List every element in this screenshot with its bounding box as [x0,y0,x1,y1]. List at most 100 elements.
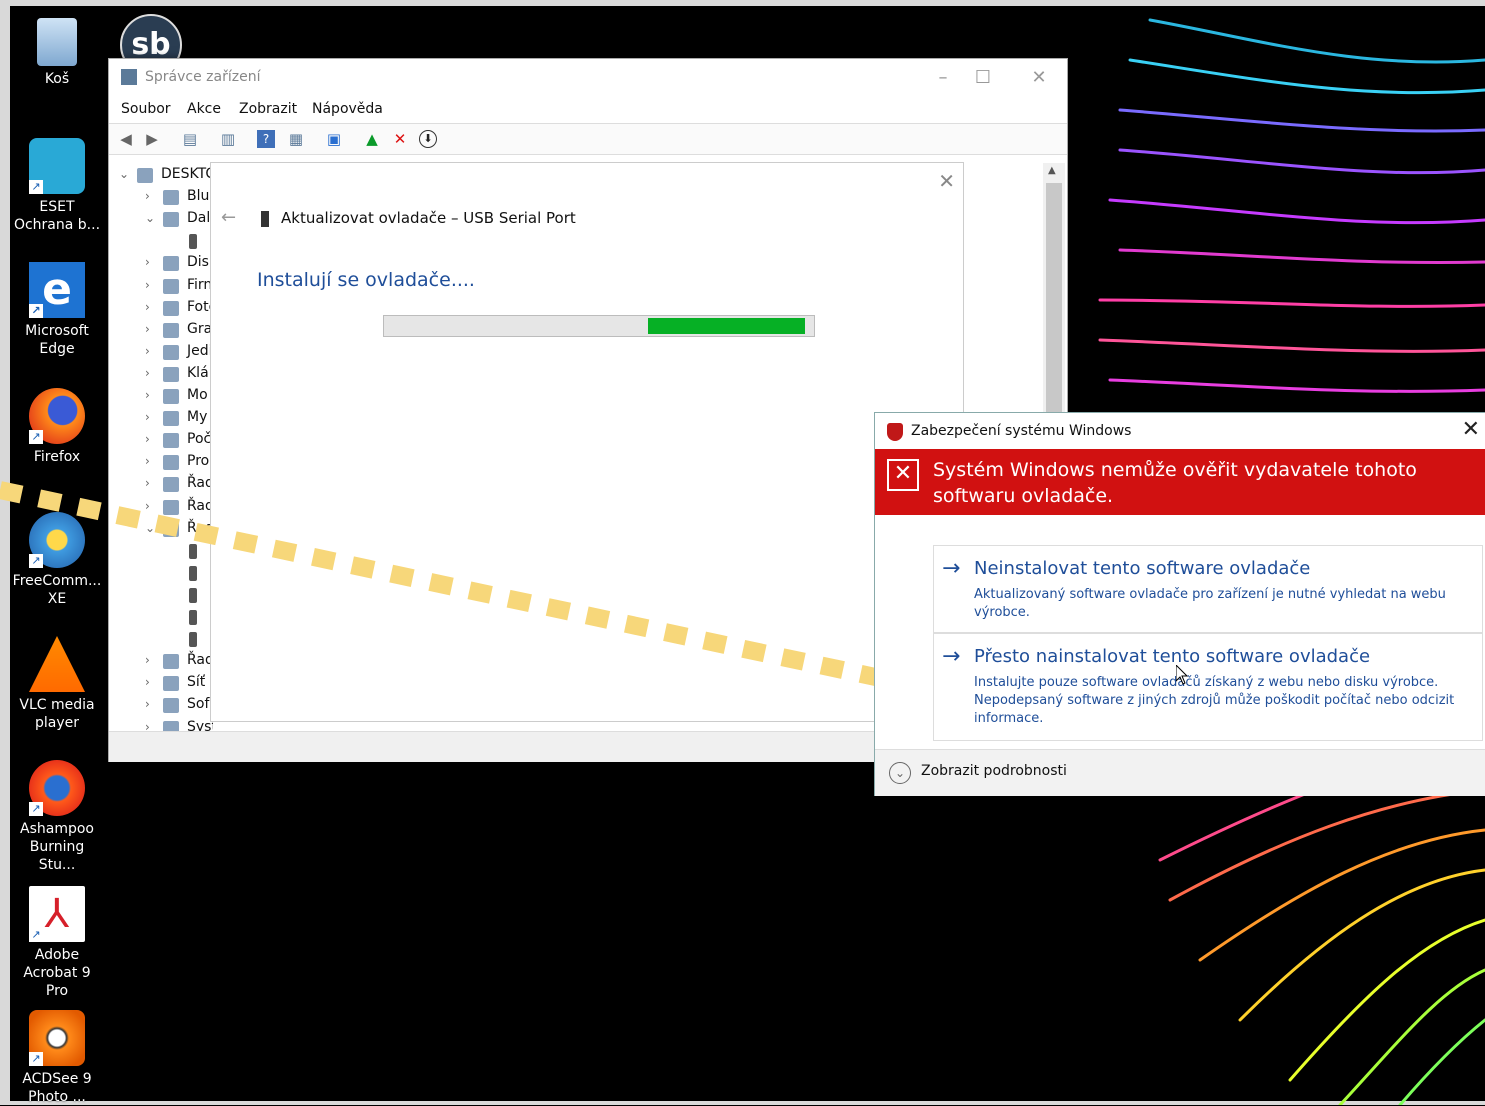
view-icon[interactable]: ▦ [287,130,305,148]
tree-item[interactable]: › Poč [109,430,213,452]
expand-chevron-icon[interactable]: › [145,255,150,269]
tree-item-label: Pro [187,453,210,470]
windows-security-dialog[interactable]: Zabezpečení systému Windows ✕ ✕ Systém W… [874,412,1485,796]
update-driver-icon[interactable]: ▲ [363,130,381,148]
menu-napoveda[interactable]: Nápověda [312,101,383,117]
download-icon[interactable]: ⬇ [419,130,437,148]
device-category-icon [163,278,179,294]
forward-arrow-icon[interactable]: ▶ [143,130,161,148]
annotation-arrow [0,481,950,708]
desktop-icon-eset[interactable]: ↗ ESET Ochrana b... [11,138,103,234]
close-icon[interactable]: ✕ [938,169,955,193]
desktop-icon-edge[interactable]: e ↗ Microsoft Edge [11,262,103,358]
tree-item[interactable]: › Mo [109,386,213,408]
menu-soubor[interactable]: Soubor [121,101,171,117]
dialog-header: Aktualizovat ovladače – USB Serial Port [281,209,576,227]
tree-item[interactable]: › My [109,408,213,430]
menu-zobrazit[interactable]: Zobrazit [239,101,297,117]
expand-chevron-icon[interactable]: › [145,322,150,336]
chevron-down-icon[interactable]: ⌄ [889,762,911,784]
tree-item[interactable]: ›Foto [109,298,213,320]
acdsee-icon: ↗ [29,1010,85,1066]
desktop-icon-label: Koš [44,71,70,87]
tree-item-label: Dal [187,210,211,227]
help-icon[interactable]: ? [257,130,275,148]
toolbar: ◀ ▶ ▤ ▥ ? ▦ ▣ ▲ ✕ ⬇ [109,123,1067,155]
scroll-up-icon[interactable]: ▲ [1048,165,1056,176]
menu-akce[interactable]: Akce [187,101,221,117]
tree-item-label: Firn [187,276,213,293]
shield-icon [887,423,903,441]
expand-chevron-icon[interactable]: › [145,454,150,468]
sb-logo-text: sb [131,27,171,62]
expand-chevron-icon[interactable]: ⌄ [119,167,129,181]
arrow-right-icon: → [942,556,961,581]
device-category-icon [163,300,179,316]
properties-icon[interactable]: ▤ [181,130,199,148]
desktop-icon-acdsee[interactable]: ↗ ACDSee 9 Photo ... [11,1010,103,1106]
expand-chevron-icon[interactable]: › [145,410,150,424]
minimize-button[interactable]: – [923,65,963,91]
tree-item[interactable]: ⌄ DESKTC [109,165,213,187]
device-category-icon [163,190,179,206]
menu-bar: Soubor Akce Zobrazit Nápověda [109,97,1067,123]
back-arrow-icon[interactable]: ← [221,207,236,228]
desktop-icon-recycle-bin[interactable]: Koš [11,18,103,88]
desktop-icon-label: Firefox [33,449,81,465]
device-category-icon [163,389,179,404]
title-bar[interactable]: Správce zařízení – ☐ ✕ [109,59,1067,97]
desktop-icon-acrobat[interactable]: ⅄ ↗ Adobe Acrobat 9 Pro [11,886,103,1000]
tree-item[interactable]: › Firn [109,276,213,298]
desktop-icon-ashampoo[interactable]: ↗ Ashampoo Burning Stu... [11,760,103,874]
firefox-icon: ↗ [29,388,85,444]
device-category-icon [163,212,179,228]
desktop-icon-label: Microsoft Edge [25,323,89,357]
tree-item[interactable]: ⌄ Dal [109,209,213,231]
security-dialog-title: Zabezpečení systému Windows [911,423,1132,439]
warning-banner: ✕ Systém Windows nemůže ověřit vydavatel… [875,449,1485,515]
uninstall-icon[interactable]: ✕ [391,130,409,148]
option-title: Neinstalovat tento software ovladače [974,558,1311,579]
progress-bar [383,315,815,337]
tree-item-label: Blu [187,188,210,205]
device-category-icon [163,720,179,731]
monitor-icon[interactable]: ▣ [325,130,343,148]
device-category-icon [163,433,179,449]
installing-status: Instalují se ovladače.... [257,269,475,291]
install-anyway-option[interactable]: → Přesto nainstalovat tento software ovl… [933,633,1483,741]
tree-item-label: DESKTC [161,166,213,182]
close-icon[interactable]: ✕ [1462,417,1480,442]
maximize-button[interactable]: ☐ [963,65,1003,91]
list-icon[interactable]: ▥ [219,130,237,148]
tree-item-label: Jedi [187,342,213,359]
expand-chevron-icon[interactable]: › [145,720,150,732]
device-category-icon [163,366,179,382]
tree-item-label: Mo [187,387,208,403]
device-category-icon [163,256,179,272]
recycle-bin-icon [37,18,77,66]
tree-item[interactable]: › Gra [109,320,213,342]
edge-icon: e ↗ [29,262,85,318]
expand-chevron-icon[interactable]: ⌄ [145,211,155,225]
tree-item[interactable] [109,231,213,253]
back-arrow-icon[interactable]: ◀ [117,130,135,148]
dont-install-option[interactable]: → Neinstalovat tento software ovladače A… [933,545,1483,633]
expand-chevron-icon[interactable]: › [145,300,150,314]
tree-item[interactable]: › Klá [109,364,213,386]
show-details-label[interactable]: Zobrazit podrobnosti [921,763,1067,779]
desktop-icon-firefox[interactable]: ↗ Firefox [11,388,103,466]
option-description: Aktualizovaný software ovladače pro zaří… [974,587,1446,620]
tree-item[interactable]: › Jedi [109,342,213,364]
expand-chevron-icon[interactable]: › [145,344,150,358]
mouse-cursor-icon [1176,665,1188,685]
expand-chevron-icon[interactable]: › [145,388,150,402]
expand-chevron-icon[interactable]: › [145,366,150,380]
close-button[interactable]: ✕ [1019,65,1059,91]
expand-chevron-icon[interactable]: › [145,278,150,292]
details-footer[interactable]: ⌄ Zobrazit podrobnosti [875,749,1485,796]
expand-chevron-icon[interactable]: › [145,432,150,446]
device-manager-icon [121,69,137,85]
tree-item[interactable]: › Blu [109,187,213,209]
tree-item[interactable]: › Disl [109,253,213,275]
expand-chevron-icon[interactable]: › [145,189,150,203]
